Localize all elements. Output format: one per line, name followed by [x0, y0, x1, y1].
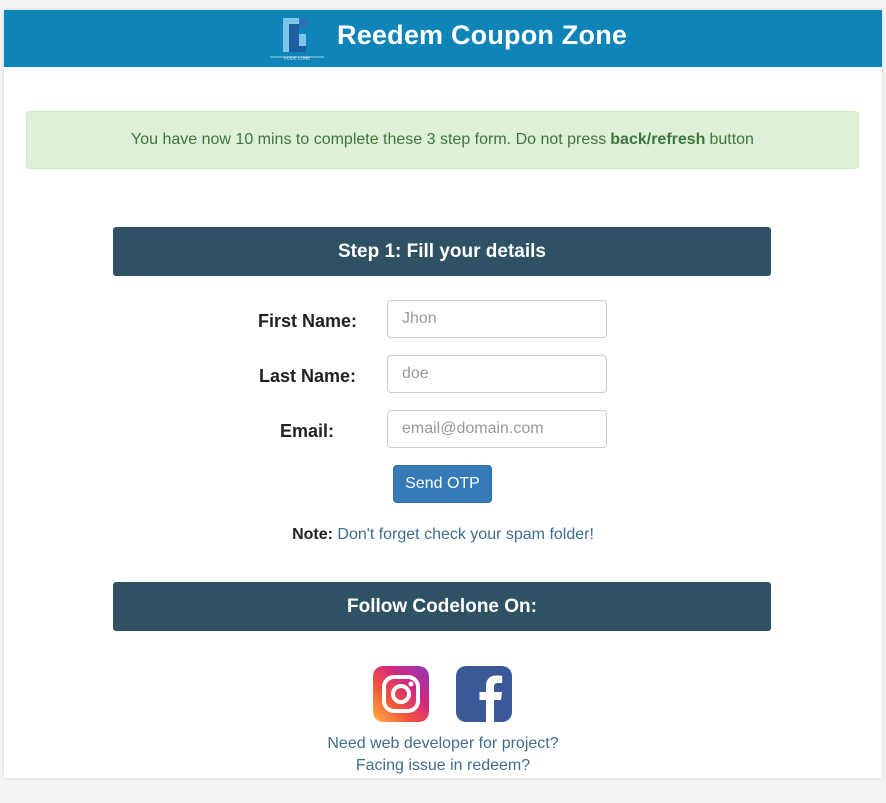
- redeem-issue-link[interactable]: Facing issue in redeem?: [4, 757, 882, 775]
- codelone-logo: CODE LONE: [270, 18, 324, 61]
- email-input[interactable]: [387, 410, 607, 448]
- logo-text: CODE LONE: [284, 56, 311, 61]
- step1-heading: Step 1: Fill your details: [113, 227, 771, 276]
- alert-bold-text: back/refresh: [610, 131, 706, 148]
- page-title: Reedem Coupon Zone: [337, 20, 628, 50]
- first-name-input[interactable]: [387, 300, 607, 338]
- page-container: CODE LONE Reedem Coupon Zone You have no…: [4, 10, 882, 778]
- alert-text-end: button: [709, 131, 754, 148]
- follow-heading: Follow Codelone On:: [113, 582, 771, 631]
- send-otp-button[interactable]: Send OTP: [393, 465, 492, 503]
- alert-message: You have now 10 mins to complete these 3…: [26, 111, 859, 169]
- facebook-icon[interactable]: [456, 666, 512, 722]
- developer-link[interactable]: Need web developer for project?: [4, 735, 882, 753]
- last-name-input[interactable]: [387, 355, 607, 393]
- first-name-label: First Name:: [258, 311, 358, 331]
- instagram-icon[interactable]: [373, 666, 429, 722]
- header-bar: CODE LONE Reedem Coupon Zone: [4, 10, 882, 67]
- last-name-label: Last Name:: [259, 366, 357, 386]
- note-label: Note:: [292, 526, 333, 543]
- alert-text: You have now 10 mins to complete these 3…: [131, 131, 607, 148]
- spam-note: Note: Don't forget check your spam folde…: [4, 526, 882, 544]
- email-label: Email:: [280, 421, 335, 441]
- note-text: Don't forget check your spam folder!: [337, 526, 594, 543]
